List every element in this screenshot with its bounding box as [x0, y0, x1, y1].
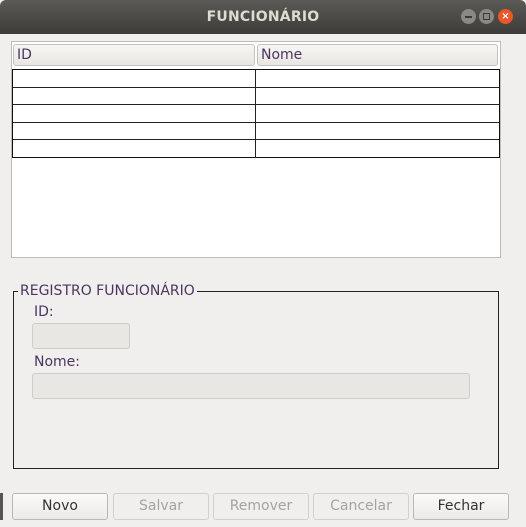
id-field[interactable]: [32, 323, 130, 349]
close-button[interactable]: ×: [498, 9, 513, 24]
cell-divider: [255, 122, 256, 140]
minimize-icon: [465, 16, 472, 18]
table-row[interactable]: [13, 87, 499, 106]
window-edge-left: [0, 493, 3, 520]
table-body: [12, 69, 500, 158]
novo-button[interactable]: Novo: [12, 493, 108, 520]
salvar-button[interactable]: Salvar: [113, 493, 209, 520]
table-row[interactable]: [13, 122, 499, 141]
title-bar[interactable]: FUNCIONÁRIO ×: [0, 0, 526, 34]
maximize-button[interactable]: [479, 9, 494, 24]
fechar-button[interactable]: Fechar: [413, 493, 509, 520]
table-row[interactable]: [13, 140, 499, 158]
cell-divider: [255, 140, 256, 158]
registro-legend: REGISTRO FUNCIONÁRIO: [20, 283, 195, 299]
id-label: ID:: [34, 304, 54, 320]
nome-label: Nome:: [34, 354, 81, 370]
column-header-id[interactable]: ID: [13, 44, 255, 66]
remover-button[interactable]: Remover: [213, 493, 309, 520]
table-row[interactable]: [13, 105, 499, 123]
window-title: FUNCIONÁRIO: [206, 9, 320, 25]
cancelar-button[interactable]: Cancelar: [313, 493, 409, 520]
maximize-icon: [483, 13, 490, 20]
cell-divider: [255, 87, 256, 105]
minimize-button[interactable]: [461, 9, 476, 24]
close-icon: ×: [501, 11, 510, 22]
cell-divider: [255, 105, 256, 122]
employee-table[interactable]: ID Nome: [11, 41, 501, 258]
cell-divider: [255, 70, 256, 87]
nome-field[interactable]: [32, 373, 470, 399]
table-row[interactable]: [13, 70, 499, 88]
column-header-nome[interactable]: Nome: [257, 44, 498, 66]
